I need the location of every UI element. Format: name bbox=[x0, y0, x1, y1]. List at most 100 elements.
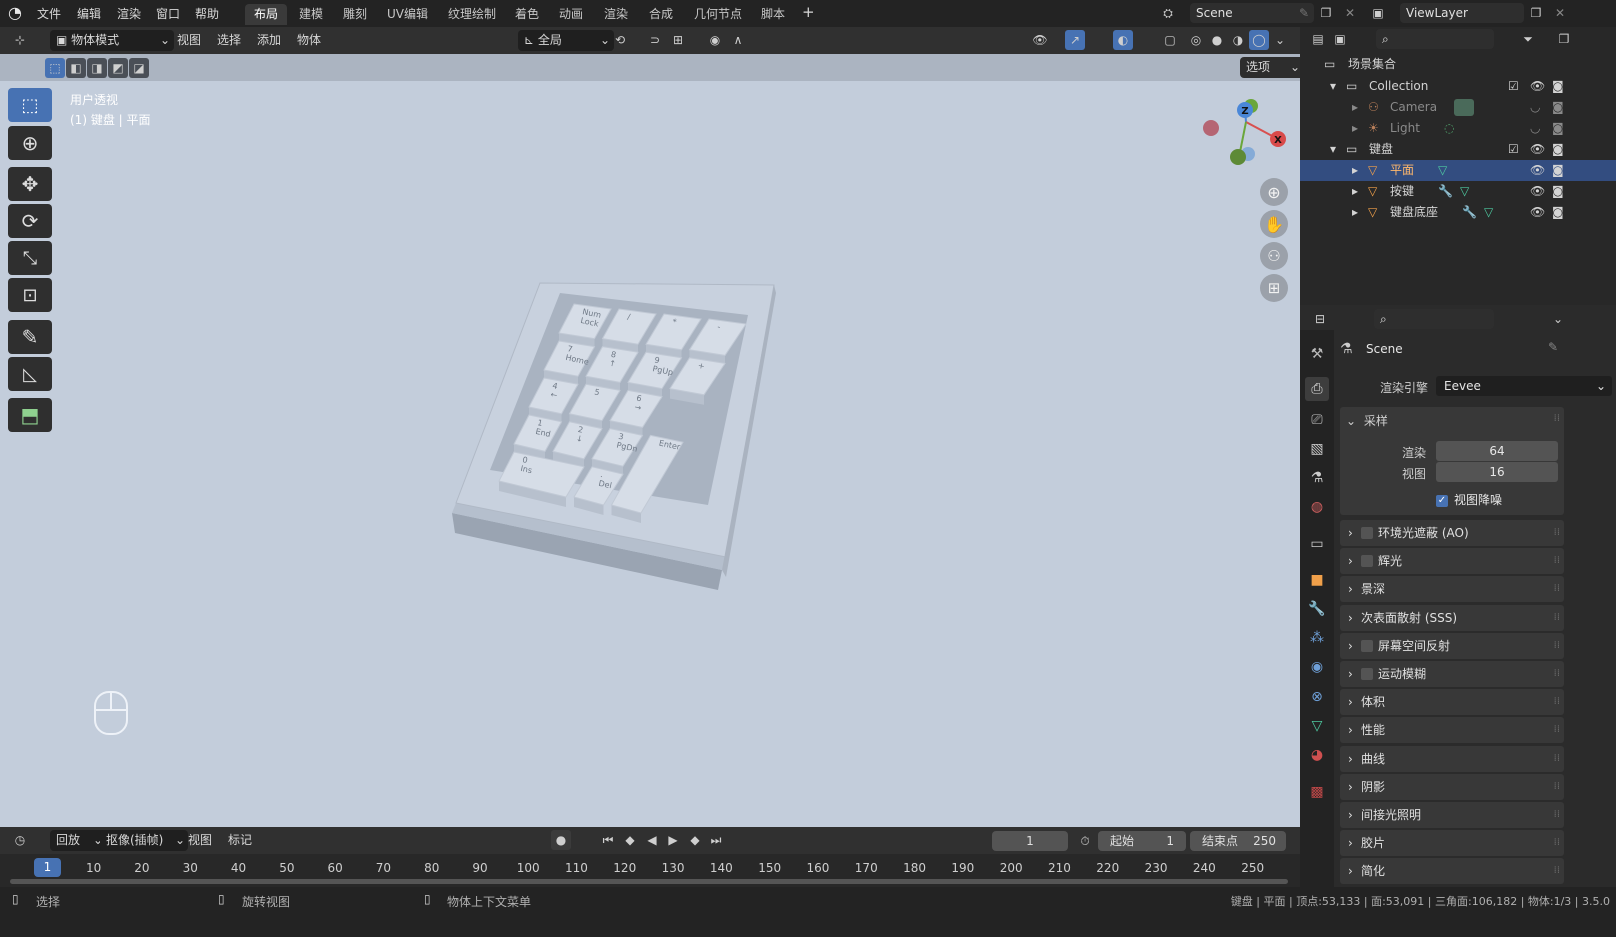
render-tab-icon[interactable]: ⎙ bbox=[1305, 377, 1329, 401]
menu-render[interactable]: 渲染 bbox=[117, 5, 141, 22]
drag-handle-icon[interactable]: ⁞⁞ bbox=[1554, 576, 1560, 602]
render-samples-field[interactable]: 64 bbox=[1436, 441, 1558, 461]
panel-collapsed[interactable]: › 运动模糊 ⁞⁞ bbox=[1340, 661, 1564, 687]
outliner-item-keyboard-base[interactable]: ▸ ▽ 键盘底座 🔧 ▽ 👁 ◙ bbox=[1300, 202, 1616, 223]
measure-tool-button[interactable]: ◺ bbox=[8, 357, 52, 391]
drag-handle-icon[interactable]: ⁞⁞ bbox=[1554, 661, 1560, 687]
view-layer-tab-icon[interactable]: ▧ bbox=[1305, 437, 1329, 461]
menu-select[interactable]: 选择 bbox=[217, 30, 241, 51]
view-layer-field[interactable]: ViewLayer bbox=[1400, 3, 1524, 23]
menu-edit[interactable]: 编辑 bbox=[77, 5, 101, 22]
eye-icon[interactable]: 👁 bbox=[1530, 160, 1545, 181]
mode-dropdown[interactable]: ▣ 物体模式 ⌄ bbox=[50, 30, 174, 51]
panel-collapsed[interactable]: › 阴影 ⁞⁞ bbox=[1340, 773, 1564, 800]
start-frame-field[interactable]: 起始 1 bbox=[1098, 831, 1186, 851]
drag-handle-icon[interactable]: ⁞⁞ bbox=[1554, 413, 1560, 424]
outliner-item-keyboard-collection[interactable]: ▾ ▭ 键盘 ☑ 👁 ◙ bbox=[1300, 139, 1616, 160]
select-box-icon[interactable]: ⬚ bbox=[45, 58, 65, 78]
drag-handle-icon[interactable]: ⁞⁞ bbox=[1554, 858, 1560, 884]
add-cube-tool-button[interactable]: ⬒ bbox=[8, 398, 52, 432]
modifier-tab-icon[interactable]: 🔧 bbox=[1305, 597, 1329, 621]
drag-handle-icon[interactable]: ⁞⁞ bbox=[1554, 830, 1560, 856]
snap-icon[interactable]: ⊃ bbox=[645, 30, 665, 50]
new-scene-icon[interactable]: ❐ bbox=[1316, 3, 1336, 23]
drag-handle-icon[interactable]: ⁞⁞ bbox=[1554, 689, 1560, 715]
editor-type-icon[interactable]: ⊹ bbox=[10, 30, 30, 50]
drag-handle-icon[interactable]: ⁞⁞ bbox=[1554, 717, 1560, 743]
panel-collapsed[interactable]: › 性能 ⁞⁞ bbox=[1340, 717, 1564, 744]
sampling-panel-header[interactable]: ⌄ 采样 bbox=[1346, 412, 1388, 429]
camera-render-icon[interactable]: ◙ bbox=[1552, 76, 1564, 97]
gizmo-toggle-icon[interactable]: ↗ bbox=[1065, 30, 1085, 50]
tab-shading[interactable]: 着色 bbox=[506, 4, 548, 25]
jump-end-icon[interactable]: ⏭ bbox=[706, 830, 726, 850]
new-collection-icon[interactable]: ❐ bbox=[1554, 29, 1574, 49]
world-tab-icon[interactable]: ◍ bbox=[1305, 495, 1329, 519]
tab-geometry-nodes[interactable]: 几何节点 bbox=[685, 4, 751, 25]
outliner-item-keys[interactable]: ▸ ▽ 按键 🔧 ▽ 👁 ◙ bbox=[1300, 181, 1616, 202]
play-reverse-icon[interactable]: ◀ bbox=[642, 830, 662, 850]
move-tool-button[interactable]: ✥ bbox=[8, 167, 52, 201]
camera-render-icon[interactable]: ◙ bbox=[1552, 202, 1564, 223]
material-shading-icon[interactable]: ◑ bbox=[1228, 30, 1248, 50]
play-icon[interactable]: ▶ bbox=[663, 830, 683, 850]
eye-icon[interactable]: 👁 bbox=[1530, 202, 1545, 223]
transform-orientation-dropdown[interactable]: ⊾ 全局 ⌄ bbox=[518, 30, 614, 51]
transform-tool-button[interactable]: ⊡ bbox=[8, 278, 52, 312]
navigation-gizmo[interactable]: Z X bbox=[1196, 96, 1296, 176]
keying-dropdown[interactable]: 抠像(插帧) ⌄ bbox=[100, 830, 188, 851]
options-dropdown[interactable]: 选项 ⌄ bbox=[1240, 57, 1304, 78]
drag-handle-icon[interactable]: ⁞⁞ bbox=[1554, 802, 1560, 828]
playhead-frame[interactable]: 1 bbox=[34, 858, 61, 877]
panel-enable-checkbox[interactable] bbox=[1361, 527, 1373, 539]
tab-modeling[interactable]: 建模 bbox=[290, 4, 332, 25]
constraints-tab-icon[interactable]: ⊗ bbox=[1305, 685, 1329, 709]
end-frame-field[interactable]: 结束点 250 bbox=[1190, 831, 1286, 851]
select-subtract-icon[interactable]: ◨ bbox=[87, 58, 107, 78]
outliner-search-input[interactable]: ⌕ bbox=[1376, 29, 1494, 49]
xray-icon[interactable]: ▢ bbox=[1160, 30, 1180, 50]
tab-sculpt[interactable]: 雕刻 bbox=[334, 4, 376, 25]
select-invert-icon[interactable]: ◩ bbox=[108, 58, 128, 78]
timeline-menu-marker[interactable]: 标记 bbox=[228, 830, 252, 851]
material-tab-icon[interactable]: ◕ bbox=[1305, 743, 1329, 767]
delete-view-layer-icon[interactable]: ✕ bbox=[1550, 3, 1570, 23]
tab-rendering[interactable]: 渲染 bbox=[595, 4, 637, 25]
timeline-menu-view[interactable]: 视图 bbox=[188, 830, 212, 851]
camera-render-icon[interactable]: ◙ bbox=[1552, 160, 1564, 181]
outliner-item-camera[interactable]: ▸ ⚇ Camera ◡ ◙ bbox=[1300, 97, 1616, 118]
properties-options-icon[interactable]: ⌄ bbox=[1548, 309, 1568, 329]
camera-render-icon[interactable]: ◙ bbox=[1552, 97, 1564, 118]
camera-render-icon[interactable]: ◙ bbox=[1552, 118, 1564, 139]
viewport-samples-field[interactable]: 16 bbox=[1436, 462, 1558, 482]
checkbox-icon[interactable]: ☑ bbox=[1508, 139, 1519, 160]
prev-keyframe-icon[interactable]: ◆ bbox=[620, 830, 640, 850]
outliner-item-light[interactable]: ▸ ☀ Light ◌ ◡ ◙ bbox=[1300, 118, 1616, 139]
blender-logo-icon[interactable]: ◔ bbox=[8, 3, 22, 22]
camera-render-icon[interactable]: ◙ bbox=[1552, 181, 1564, 202]
eye-closed-icon[interactable]: ◡ bbox=[1530, 97, 1540, 118]
panel-enable-checkbox[interactable] bbox=[1361, 639, 1373, 652]
filter-icon[interactable]: ⏷ bbox=[1518, 29, 1538, 49]
eye-icon[interactable]: 👁 bbox=[1530, 76, 1545, 97]
tab-compositing[interactable]: 合成 bbox=[640, 4, 682, 25]
wireframe-shading-icon[interactable]: ◎ bbox=[1186, 30, 1206, 50]
timeline-editor-icon[interactable]: ◷ bbox=[10, 830, 30, 850]
drag-handle-icon[interactable]: ⁞⁞ bbox=[1554, 548, 1560, 574]
panel-collapsed[interactable]: › 曲线 ⁞⁞ bbox=[1340, 745, 1564, 772]
texture-tab-icon[interactable]: ▩ bbox=[1305, 780, 1329, 804]
tab-scripting[interactable]: 脚本 bbox=[752, 4, 794, 25]
snap-target-icon[interactable]: ⊞ bbox=[668, 30, 688, 50]
overlay-toggle-icon[interactable]: ◐ bbox=[1113, 30, 1133, 50]
outliner-item-plane[interactable]: ▸ ▽ 平面 ▽ 👁 ◙ bbox=[1300, 160, 1616, 181]
panel-collapsed[interactable]: › 环境光遮蔽 (AO) ⁞⁞ bbox=[1340, 520, 1564, 546]
menu-object[interactable]: 物体 bbox=[297, 30, 321, 51]
display-mode-icon[interactable]: ▣ bbox=[1330, 29, 1350, 49]
drag-handle-icon[interactable]: ⁞⁞ bbox=[1554, 746, 1560, 772]
camera-render-icon[interactable]: ◙ bbox=[1552, 139, 1564, 160]
properties-search-input[interactable]: ⌕ bbox=[1374, 309, 1494, 329]
panel-enable-checkbox[interactable] bbox=[1361, 555, 1373, 568]
select-intersect-icon[interactable]: ◪ bbox=[129, 58, 149, 78]
cursor-tool-button[interactable]: ⊕ bbox=[8, 126, 52, 160]
menu-file[interactable]: 文件 bbox=[37, 5, 61, 22]
